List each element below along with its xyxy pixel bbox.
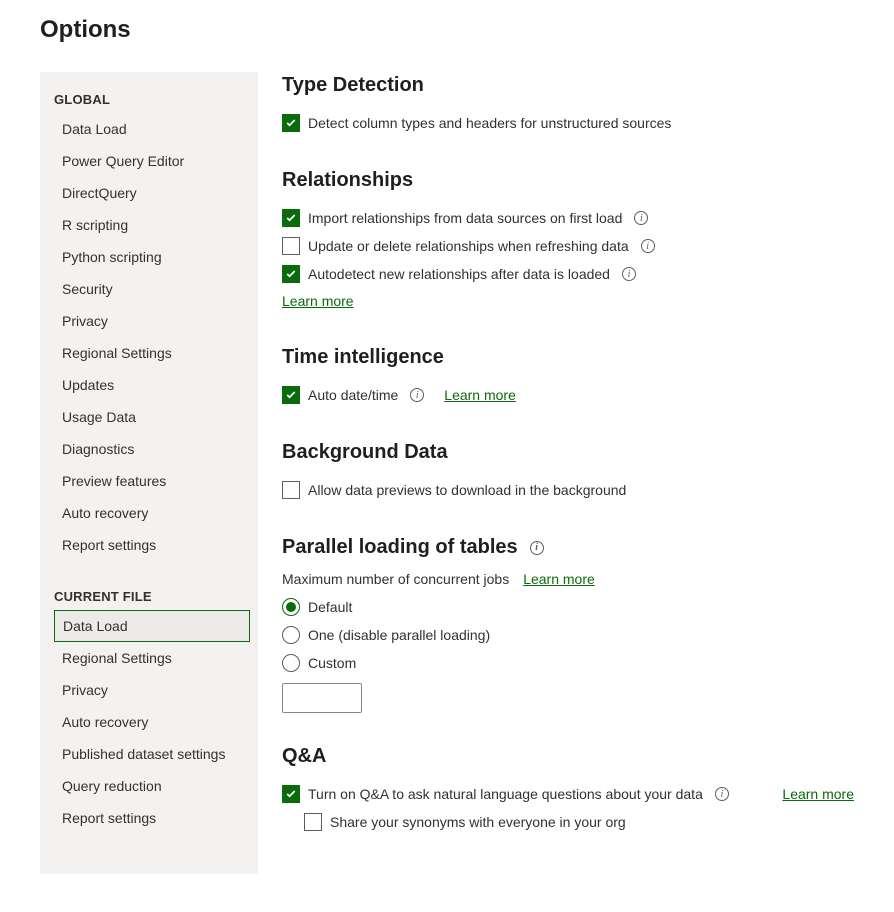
label-detect-types: Detect column types and headers for unst… (308, 115, 671, 131)
sidebar-item-preview-features[interactable]: Preview features (40, 465, 258, 497)
sidebar-item-regional-settings[interactable]: Regional Settings (40, 642, 258, 674)
sidebar-item-security[interactable]: Security (40, 273, 258, 305)
label-auto-datetime: Auto date/time (308, 387, 398, 403)
checkbox-update-relationships[interactable] (282, 237, 300, 255)
link-parallel-learn-more[interactable]: Learn more (523, 571, 595, 587)
sidebar-item-privacy[interactable]: Privacy (40, 305, 258, 337)
checkbox-qa-on[interactable] (282, 785, 300, 803)
section-background-data: Background Data Allow data previews to d… (282, 441, 854, 504)
label-radio-one: One (disable parallel loading) (308, 627, 490, 643)
sidebar-item-report-settings[interactable]: Report settings (40, 802, 258, 834)
label-update-relationships: Update or delete relationships when refr… (308, 238, 629, 254)
checkbox-auto-datetime[interactable] (282, 386, 300, 404)
sidebar-item-auto-recovery[interactable]: Auto recovery (40, 706, 258, 738)
sidebar-item-r-scripting[interactable]: R scripting (40, 209, 258, 241)
sidebar-item-regional-settings[interactable]: Regional Settings (40, 337, 258, 369)
checkbox-import-relationships[interactable] (282, 209, 300, 227)
label-share-synonyms: Share your synonyms with everyone in you… (330, 814, 626, 830)
label-autodetect-relationships: Autodetect new relationships after data … (308, 266, 610, 282)
page-title: Options (40, 16, 854, 44)
info-icon[interactable]: i (530, 541, 544, 555)
sidebar-item-privacy[interactable]: Privacy (40, 674, 258, 706)
label-qa-on: Turn on Q&A to ask natural language ques… (308, 786, 703, 802)
sidebar-item-data-load[interactable]: Data Load (40, 113, 258, 145)
sidebar-item-directquery[interactable]: DirectQuery (40, 177, 258, 209)
info-icon[interactable]: i (634, 211, 648, 225)
label-radio-custom: Custom (308, 655, 356, 671)
link-relationships-learn-more[interactable]: Learn more (282, 293, 354, 309)
section-title-qa: Q&A (282, 745, 854, 768)
sidebar-item-usage-data[interactable]: Usage Data (40, 401, 258, 433)
sidebar-item-query-reduction[interactable]: Query reduction (40, 770, 258, 802)
section-title-relationships: Relationships (282, 169, 854, 192)
section-title-background-data: Background Data (282, 441, 854, 464)
link-qa-learn-more[interactable]: Learn more (782, 786, 854, 802)
info-icon[interactable]: i (622, 267, 636, 281)
section-parallel-loading: Parallel loading of tables i Maximum num… (282, 536, 854, 713)
section-title-time-intelligence: Time intelligence (282, 346, 854, 369)
sidebar-item-auto-recovery[interactable]: Auto recovery (40, 497, 258, 529)
sidebar-item-report-settings[interactable]: Report settings (40, 529, 258, 561)
section-qa: Q&A Turn on Q&A to ask natural language … (282, 745, 854, 836)
link-time-learn-more[interactable]: Learn more (444, 387, 516, 403)
sidebar-item-published-dataset-settings[interactable]: Published dataset settings (40, 738, 258, 770)
sidebar: GLOBAL Data LoadPower Query EditorDirect… (40, 72, 258, 874)
info-icon[interactable]: i (715, 787, 729, 801)
info-icon[interactable]: i (641, 239, 655, 253)
checkbox-share-synonyms[interactable] (304, 813, 322, 831)
section-time-intelligence: Time intelligence Auto date/time i Learn… (282, 346, 854, 409)
sidebar-item-diagnostics[interactable]: Diagnostics (40, 433, 258, 465)
section-title-parallel-loading: Parallel loading of tables i (282, 536, 854, 559)
checkbox-autodetect-relationships[interactable] (282, 265, 300, 283)
section-title-type-detection: Type Detection (282, 74, 854, 97)
sidebar-item-updates[interactable]: Updates (40, 369, 258, 401)
label-background-preview: Allow data previews to download in the b… (308, 482, 626, 498)
sidebar-header-global: GLOBAL (40, 86, 258, 113)
content-pane: Type Detection Detect column types and h… (282, 72, 854, 874)
info-icon[interactable]: i (410, 388, 424, 402)
sidebar-item-power-query-editor[interactable]: Power Query Editor (40, 145, 258, 177)
sidebar-header-current: CURRENT FILE (40, 583, 258, 610)
label-radio-default: Default (308, 599, 352, 615)
checkbox-background-preview[interactable] (282, 481, 300, 499)
section-type-detection: Type Detection Detect column types and h… (282, 74, 854, 137)
label-max-concurrent: Maximum number of concurrent jobs (282, 571, 509, 587)
sidebar-item-data-load[interactable]: Data Load (54, 610, 250, 642)
input-custom-jobs[interactable] (282, 683, 362, 713)
sidebar-item-python-scripting[interactable]: Python scripting (40, 241, 258, 273)
section-relationships: Relationships Import relationships from … (282, 169, 854, 314)
label-import-relationships: Import relationships from data sources o… (308, 210, 622, 226)
checkbox-detect-types[interactable] (282, 114, 300, 132)
radio-one[interactable] (282, 626, 300, 644)
radio-custom[interactable] (282, 654, 300, 672)
radio-default[interactable] (282, 598, 300, 616)
